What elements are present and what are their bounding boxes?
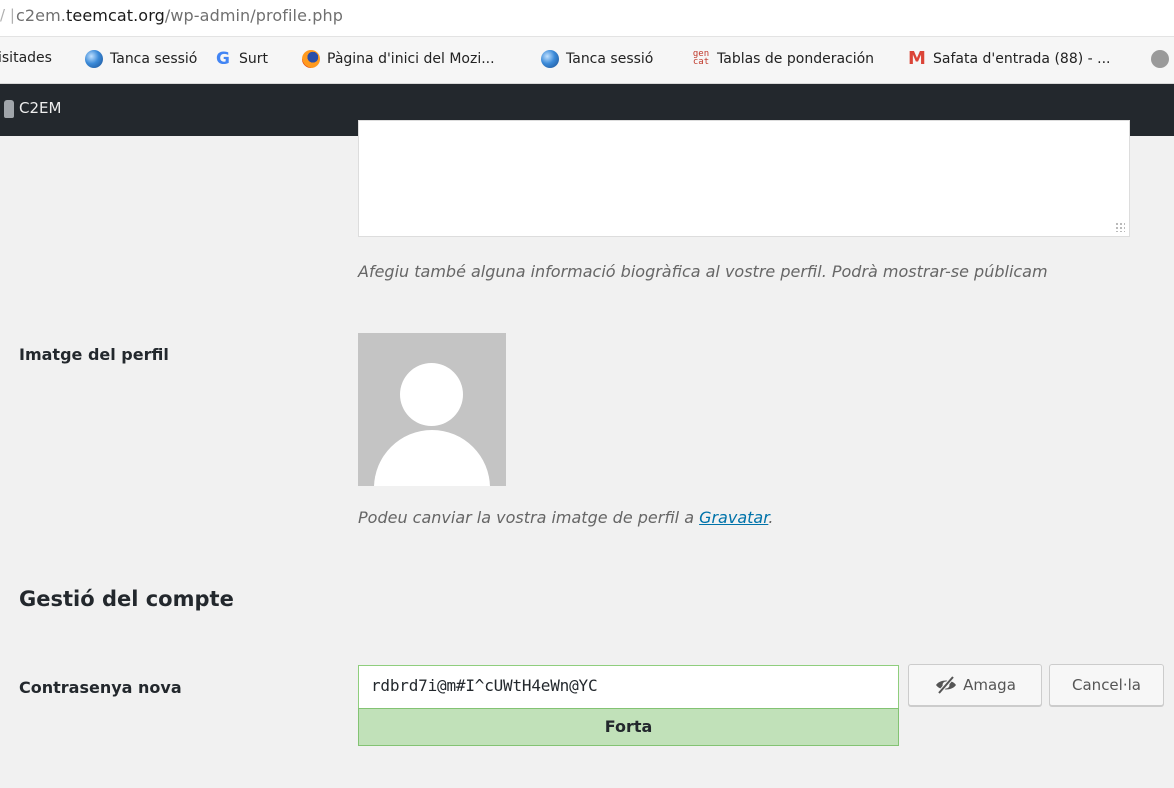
globe-blue-icon [85,50,103,68]
cancel-button[interactable]: Cancel·la [1049,664,1164,706]
bookmark-tablas-ponderacion[interactable]: gen cat Tablas de ponderación [692,50,874,68]
bookmark-mozilla-home[interactable]: Pàgina d'inici del Mozi... [302,50,495,68]
bookmark-label: Pàgina d'inici del Mozi... [327,51,495,67]
description-period: . [768,508,774,527]
bookmark-label: isitades [0,50,52,66]
site-name-link[interactable]: C2EM [19,99,61,117]
firefox-icon [302,50,320,68]
password-strength-meter: Forta [358,708,899,746]
globe-blue-icon [541,50,559,68]
avatar-head-shape [400,363,463,426]
address-url[interactable]: c2em.teemcat.org/wp-admin/profile.php [16,6,343,25]
bookmark-most-visited[interactable]: isitades [0,50,52,66]
avatar-body-shape [374,430,490,486]
address-separator: / | [0,6,15,24]
new-password-input[interactable]: rdbrd7i@m#I^cUWtH4eWn@YC [358,665,899,708]
globe-icon [1151,50,1169,68]
bookmark-label: Tanca sessió [566,51,654,67]
bookmarks-toolbar: isitades Tanca sessió G Surt Pàgina d'in… [0,36,1174,84]
profile-picture-description: Podeu canviar la vostra imatge de perfil… [358,508,773,527]
cancel-button-label: Cancel·la [1072,676,1141,694]
bio-description: Afegiu també alguna informació biogràfic… [358,262,1048,281]
gencat-icon: gen cat [692,49,710,67]
bookmark-tanca-sessio[interactable]: Tanca sessió [85,50,197,68]
url-subdomain: c2em. [16,6,66,25]
profile-picture-label: Imatge del perfil [19,345,169,364]
bookmark-surt[interactable]: G Surt [214,50,268,68]
bookmark-overflow[interactable] [1151,50,1174,68]
gravatar-link[interactable]: Gravatar [699,508,768,527]
avatar [358,333,506,486]
home-icon[interactable] [4,100,14,118]
hide-button-label: Amaga [963,676,1016,694]
hide-password-button[interactable]: Amaga [908,664,1042,706]
google-icon: G [216,49,230,69]
bookmark-label: Surt [239,51,269,67]
section-title: Gestió del compte [19,587,234,611]
url-path: /wp-admin/profile.php [164,6,343,25]
new-password-label: Contrasenya nova [19,678,182,697]
bio-textarea[interactable] [358,120,1130,237]
gmail-icon: M [908,48,926,69]
url-domain: teemcat.org [66,6,165,25]
bookmark-tanca-sessio-2[interactable]: Tanca sessió [541,50,653,68]
description-text: Podeu canviar la vostra imatge de perfil… [358,508,700,527]
browser-address-bar[interactable]: / | c2em.teemcat.org/wp-admin/profile.ph… [0,0,1174,36]
bookmark-label: Safata d'entrada (88) - ... [933,51,1111,67]
resize-grip-icon[interactable] [1115,222,1125,232]
bookmark-safata-entrada[interactable]: M Safata d'entrada (88) - ... [908,48,1111,69]
bookmark-label: Tablas de ponderación [717,51,875,67]
bookmark-label: Tanca sessió [110,51,198,67]
eye-slash-icon [936,676,957,694]
